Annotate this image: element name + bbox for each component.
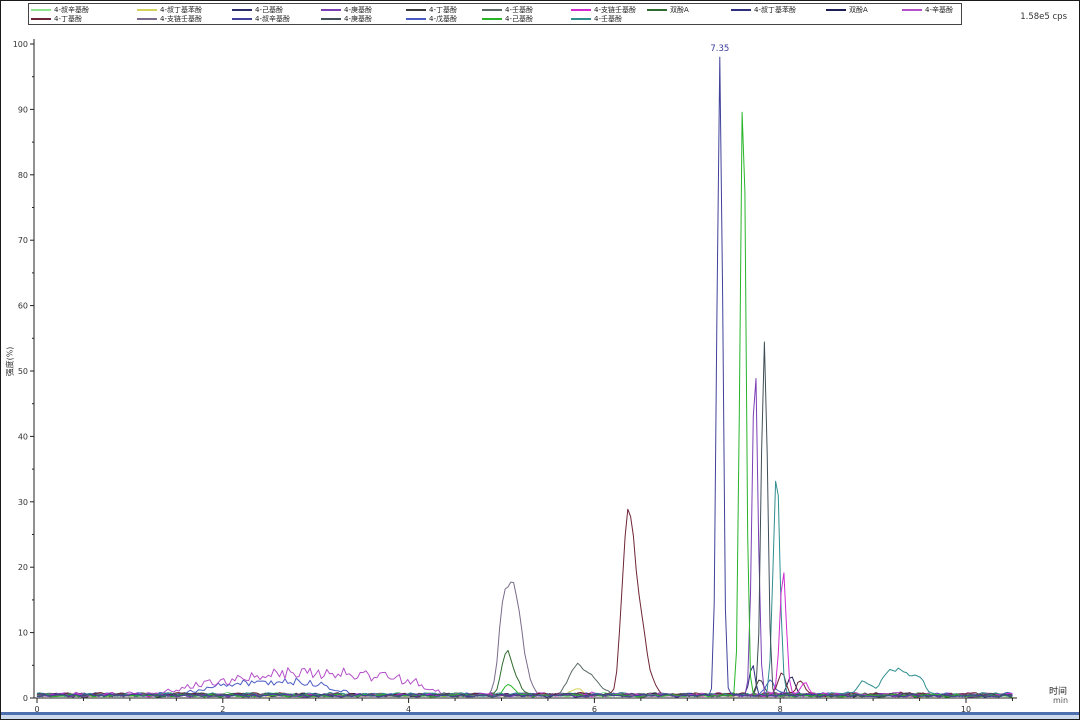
legend-item[interactable]: 4-庚基酚 (321, 15, 406, 23)
trace-legend: 4-叔辛基酚4-叔丁基苯酚4-己基酚4-庚基酚4-丁基酚4-壬基酚4-支链壬基酚… (28, 3, 962, 25)
legend-item[interactable]: 4-支链壬基酚 (571, 6, 647, 14)
trace-4-支链壬基酚-10 (37, 582, 1012, 697)
legend-item[interactable]: 4-己基酚 (482, 15, 571, 23)
y-tick-label: 70 (18, 236, 28, 245)
y-tick-label: 0 (23, 694, 28, 703)
legend-label: 4-叔丁基苯酚 (160, 6, 202, 14)
y-tick-label: 80 (18, 171, 28, 180)
legend-label: 4-辛基酚 (925, 6, 953, 14)
legend-line-swatch (321, 18, 341, 20)
legend-line-swatch (902, 9, 922, 11)
legend-line-swatch (137, 9, 157, 11)
y-tick-label: 30 (18, 498, 28, 507)
trace-4-己基酚-16 (37, 112, 1012, 697)
legend-row: 4-丁基酚 4-支链壬基酚 4-叔辛基酚 4-庚基酚 4-戊基酚 4-己基酚 4-壬基酚 (31, 14, 959, 23)
trace-4-丁基酚-11 (37, 509, 1012, 697)
trace-4-支链壬基酚-13 (37, 573, 1012, 697)
legend-item[interactable]: 双酚A (826, 6, 902, 14)
legend-line-swatch (31, 9, 51, 11)
legend-label: 4-丁基酚 (54, 15, 82, 23)
legend-line-swatch (482, 9, 502, 11)
legend-item[interactable]: 4-丁基酚 (406, 6, 482, 14)
x-axis-unit: min (1053, 696, 1068, 705)
legend-item[interactable]: 4-叔辛基酚 (232, 15, 321, 23)
legend-label: 4-壬基酚 (594, 15, 622, 23)
window-edge-strip-light (1, 715, 1079, 719)
legend-label: 4-支链壬基酚 (594, 6, 636, 14)
y-tick-label: 90 (18, 105, 28, 114)
trace-4-叔辛基酚-17 (37, 57, 1012, 697)
y-tick-label: 100 (13, 40, 28, 49)
legend-label: 4-叔丁基苯酚 (754, 6, 796, 14)
legend-label: 4-庚基酚 (344, 15, 372, 23)
legend-item[interactable]: 4-壬基酚 (571, 15, 647, 23)
legend-label: 双酚A (670, 6, 689, 14)
trace-4-壬基酚-12 (37, 481, 1012, 697)
y-tick-label: 50 (18, 367, 28, 376)
legend-line-swatch (482, 18, 502, 20)
legend-label: 4-己基酚 (255, 6, 283, 14)
legend-line-swatch (406, 9, 426, 11)
legend-line-swatch (31, 18, 51, 20)
y-tick-label: 10 (18, 629, 28, 638)
legend-item[interactable]: 4-支链壬基酚 (137, 15, 232, 23)
legend-label: 双酚A (849, 6, 868, 14)
legend-label: 4-支链壬基酚 (160, 15, 202, 23)
legend-line-swatch (232, 9, 252, 11)
legend-label: 4-己基酚 (505, 15, 533, 23)
legend-label: 4-丁基酚 (429, 6, 457, 14)
y-tick-label: 20 (18, 563, 28, 572)
chromatogram-window: 010203040506070809010002468107.35 4-叔辛基酚… (0, 0, 1080, 720)
legend-item[interactable]: 4-叔丁基苯酚 (137, 6, 232, 14)
legend-item[interactable]: 4-叔辛基酚 (31, 6, 137, 14)
legend-label: 4-叔辛基酚 (54, 6, 89, 14)
legend-label: 4-壬基酚 (505, 6, 533, 14)
legend-item[interactable]: 4-戊基酚 (406, 15, 482, 23)
legend-row: 4-叔辛基酚 4-叔丁基苯酚 4-己基酚 4-庚基酚 4-丁基酚 4-壬基酚 4-支链壬基酚… (31, 5, 959, 14)
legend-label: 4-庚基酚 (344, 6, 372, 14)
trace-4-叔丁基苯酚-4 (37, 666, 1012, 697)
legend-item[interactable]: 4-庚基酚 (321, 6, 406, 14)
peak-retention-time-annotation: 7.35 (710, 44, 729, 54)
legend-line-swatch (321, 9, 341, 11)
intensity-scale-label: 1.58e5 cps (1020, 12, 1067, 22)
chromatogram-plot: 010203040506070809010002468107.35 (1, 1, 1079, 719)
trace-4-庚基酚-15 (37, 342, 1012, 697)
legend-item[interactable]: 双酚A (647, 6, 731, 14)
legend-line-swatch (137, 18, 157, 20)
legend-label: 4-戊基酚 (429, 15, 457, 23)
legend-line-swatch (647, 9, 667, 11)
legend-item[interactable]: 4-辛基酚 (902, 6, 959, 14)
legend-label: 4-叔辛基酚 (255, 15, 290, 23)
legend-line-swatch (826, 9, 846, 11)
y-tick-label: 40 (18, 432, 28, 441)
legend-line-swatch (571, 18, 591, 20)
legend-line-swatch (731, 9, 751, 11)
legend-item[interactable]: 4-己基酚 (232, 6, 321, 14)
trace-双酚A-9 (37, 650, 1012, 697)
legend-item[interactable]: 4-丁基酚 (31, 15, 137, 23)
legend-line-swatch (571, 9, 591, 11)
legend-line-swatch (232, 18, 252, 20)
legend-line-swatch (406, 18, 426, 20)
y-tick-label: 60 (18, 302, 28, 311)
legend-item[interactable]: 4-壬基酚 (482, 6, 571, 14)
y-axis-title: 强度(%) (5, 339, 16, 385)
legend-item[interactable]: 4-叔丁基苯酚 (731, 6, 826, 14)
